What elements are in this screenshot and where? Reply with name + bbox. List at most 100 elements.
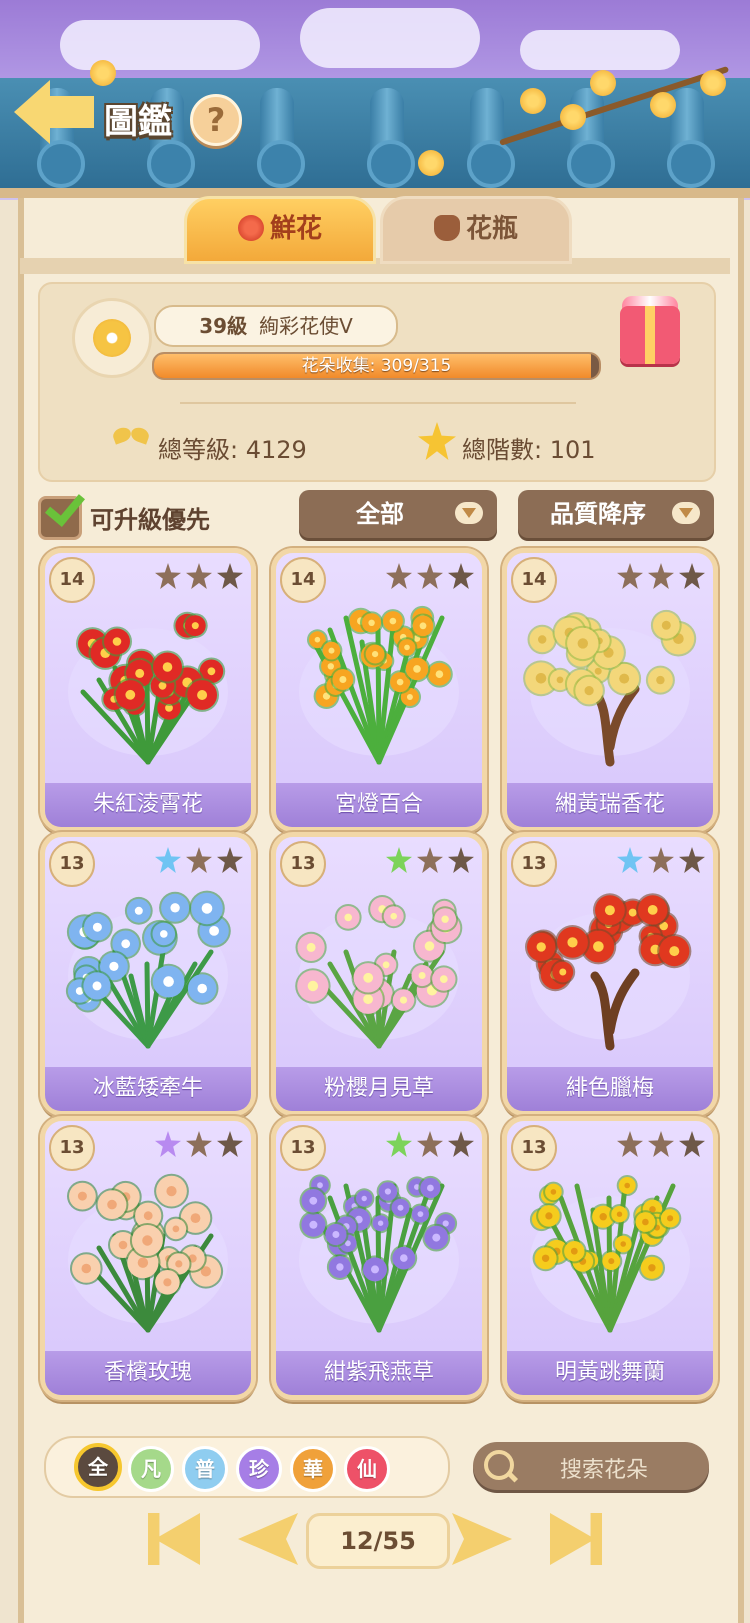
star-icon (679, 1131, 705, 1157)
flower-card[interactable]: 13 紺紫飛燕草 (271, 1116, 487, 1400)
star-icon (217, 847, 243, 873)
star-icon (448, 563, 474, 589)
star-icon (417, 847, 443, 873)
star-icon (648, 847, 674, 873)
flower-illustration (515, 881, 705, 1051)
flower-card[interactable]: 13 緋色臘梅 (502, 832, 718, 1116)
rarity-filter-chip[interactable]: 珍 (236, 1446, 282, 1492)
star-icon (648, 563, 674, 589)
vase-icon (433, 215, 460, 241)
flower-card[interactable]: 14 宮燈百合 (271, 548, 487, 832)
chevron-down-icon (672, 502, 700, 524)
roof-tile-cap (147, 140, 195, 188)
rank-title: 絢彩花使Ⅴ (259, 314, 353, 338)
star-icon (417, 563, 443, 589)
star-icon (217, 1131, 243, 1157)
flower-card[interactable]: 13 粉櫻月見草 (271, 832, 487, 1116)
roof-tile-cap (367, 140, 415, 188)
search-placeholder: 搜索花朵 (560, 1458, 649, 1483)
card-flower-name: 緋色臘梅 (507, 1067, 713, 1111)
star-icon (155, 847, 181, 873)
sort-dropdown[interactable]: 品質降序 (518, 490, 714, 538)
blossom-icon (90, 60, 116, 86)
blossom-icon (650, 92, 676, 118)
cloud-decoration (60, 20, 260, 70)
category-dropdown[interactable]: 全部 (299, 490, 497, 538)
roof-tile-cap (257, 140, 305, 188)
card-flower-name: 紺紫飛燕草 (276, 1351, 482, 1395)
rarity-filter-chip[interactable]: 華 (290, 1446, 336, 1492)
star-icon (186, 847, 212, 873)
flower-illustration (284, 881, 474, 1051)
sprout-icon (113, 428, 153, 452)
card-stars (612, 847, 705, 877)
gift-icon[interactable] (620, 306, 680, 364)
blossom-icon (560, 104, 586, 130)
total-level-text: 總等級: 4129 (158, 436, 307, 464)
flower-illustration (53, 597, 243, 767)
flower-card[interactable]: 13 明黃跳舞蘭 (502, 1116, 718, 1400)
flower-illustration (515, 597, 705, 767)
flower-illustration (515, 1165, 705, 1335)
tab-vases[interactable]: 花瓶 (380, 196, 572, 264)
roof-tile-cap (667, 140, 715, 188)
cloud-decoration (520, 30, 680, 70)
flower-card[interactable]: 14 緗黃瑞香花 (502, 548, 718, 832)
rarity-filter-chip[interactable]: 凡 (128, 1446, 174, 1492)
star-icon (386, 1131, 412, 1157)
star-icon (648, 1131, 674, 1157)
card-stars (150, 1131, 243, 1161)
blossom-icon (418, 150, 444, 176)
card-stars (381, 1131, 474, 1161)
star-icon (448, 1131, 474, 1157)
card-stars (381, 563, 474, 593)
flower-card[interactable]: 13 香檳玫瑰 (40, 1116, 256, 1400)
blossom-icon (700, 70, 726, 96)
rarity-filter-chip[interactable]: 普 (182, 1446, 228, 1492)
rose-icon (237, 215, 264, 241)
roof-tile-cap (37, 140, 85, 188)
star-icon (386, 847, 412, 873)
star-icon (679, 847, 705, 873)
help-icon[interactable]: ? (190, 94, 242, 146)
total-tier-text: 總階數: 101 (462, 436, 596, 464)
star-icon (155, 563, 181, 589)
tab-flowers[interactable]: 鮮花 (184, 196, 376, 264)
rarity-filter-chip[interactable]: 仙 (344, 1446, 390, 1492)
checkmark-icon (46, 486, 86, 526)
star-icon (386, 563, 412, 589)
roof-tile-cap (467, 140, 515, 188)
flower-illustration (284, 1165, 474, 1335)
card-flower-name: 香檳玫瑰 (45, 1351, 251, 1395)
card-stars (150, 847, 243, 877)
card-stars (612, 1131, 705, 1161)
card-stars (612, 563, 705, 593)
star-icon (679, 563, 705, 589)
card-stars (150, 563, 243, 593)
card-flower-name: 緗黃瑞香花 (507, 783, 713, 827)
star-icon (186, 1131, 212, 1157)
flower-illustration (284, 597, 474, 767)
card-flower-name: 朱紅淩霄花 (45, 783, 251, 827)
page-title: 圖鑑 (104, 102, 172, 142)
search-icon (484, 1450, 514, 1480)
star-icon (448, 847, 474, 873)
rank-emblem (72, 298, 152, 378)
page-indicator: 12/55 (306, 1513, 450, 1569)
collection-progress-text: 花朵收集: 309/315 (301, 356, 452, 376)
rarity-filter-chip[interactable]: 全 (74, 1443, 122, 1491)
star-icon (186, 563, 212, 589)
sort-dropdown-value: 品質降序 (550, 500, 646, 528)
flower-card[interactable]: 13 冰藍矮牽牛 (40, 832, 256, 1116)
player-level: 39級 (199, 314, 248, 338)
star-icon (617, 1131, 643, 1157)
star-icon (417, 1131, 443, 1157)
upgrade-first-label[interactable]: 可升級優先 (90, 500, 210, 535)
flower-emblem-icon (93, 319, 131, 357)
card-flower-name: 宮燈百合 (276, 783, 482, 827)
blossom-icon (520, 88, 546, 114)
divider (180, 402, 576, 404)
blossom-icon (590, 70, 616, 96)
star-icon (617, 847, 643, 873)
flower-card[interactable]: 14 朱紅淩霄花 (40, 548, 256, 832)
